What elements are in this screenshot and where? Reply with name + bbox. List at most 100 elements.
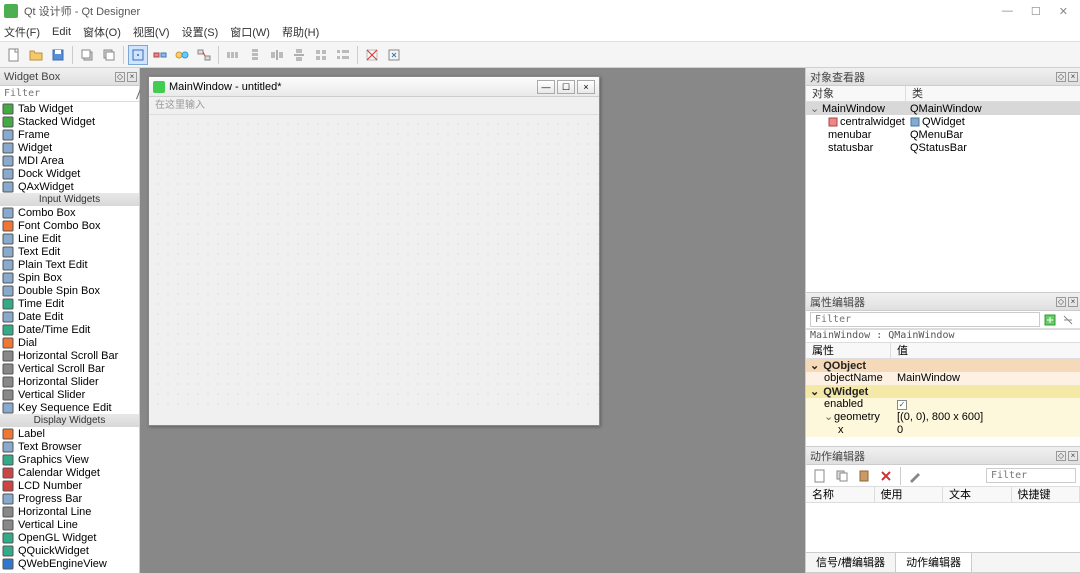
new-action-button[interactable]	[810, 466, 830, 486]
widget-item[interactable]: LCD Number	[0, 479, 139, 492]
widget-list[interactable]: Tab WidgetStacked WidgetFrameWidgetMDI A…	[0, 102, 139, 573]
menu-file[interactable]: 文件(F)	[4, 24, 40, 40]
object-row[interactable]: statusbarQStatusBar	[806, 141, 1080, 154]
bring-front-button[interactable]	[99, 45, 119, 65]
property-row[interactable]: enabled✓	[806, 398, 1080, 411]
panel-close-button[interactable]: ×	[127, 72, 137, 82]
form-maximize-button[interactable]: ☐	[557, 80, 575, 94]
tab-signals-slots[interactable]: 信号/槽编辑器	[806, 553, 896, 572]
window-maximize-button[interactable]: ☐	[1031, 5, 1041, 18]
object-row[interactable]: ⌄MainWindowQMainWindow	[806, 102, 1080, 115]
widget-item[interactable]: Dial	[0, 336, 139, 349]
widget-item[interactable]: Plain Text Edit	[0, 258, 139, 271]
widget-item[interactable]: Date Edit	[0, 310, 139, 323]
widget-item[interactable]: Dock Widget	[0, 167, 139, 180]
menu-settings[interactable]: 设置(S)	[182, 24, 219, 40]
widget-item[interactable]: Text Browser	[0, 440, 139, 453]
action-filter-input[interactable]	[986, 468, 1076, 483]
widget-item[interactable]: QQuickWidget	[0, 544, 139, 557]
layout-vertical-splitter-button[interactable]	[289, 45, 309, 65]
menu-help[interactable]: 帮助(H)	[282, 24, 319, 40]
object-row[interactable]: menubarQMenuBar	[806, 128, 1080, 141]
property-add-button[interactable]	[1042, 312, 1058, 328]
form-titlebar[interactable]: MainWindow - untitled* — ☐ ×	[149, 77, 599, 97]
open-file-button[interactable]	[26, 45, 46, 65]
object-row[interactable]: centralwidgetQWidget	[806, 115, 1080, 128]
widget-item[interactable]: Graphics View	[0, 453, 139, 466]
form-window[interactable]: MainWindow - untitled* — ☐ × 在这里输入	[148, 76, 600, 426]
widget-item[interactable]: Line Edit	[0, 232, 139, 245]
menu-view[interactable]: 视图(V)	[133, 24, 170, 40]
widget-group-header[interactable]: Display Widgets	[0, 414, 139, 427]
delete-action-button[interactable]	[876, 466, 896, 486]
widget-item[interactable]: Stacked Widget	[0, 115, 139, 128]
menu-form[interactable]: 窗体(O)	[83, 24, 121, 40]
panel-float-button[interactable]: ◇	[1056, 72, 1066, 82]
property-menu-button[interactable]	[1060, 312, 1076, 328]
break-layout-button[interactable]	[362, 45, 382, 65]
widget-item[interactable]: OpenGL Widget	[0, 531, 139, 544]
widget-item[interactable]: QAxWidget	[0, 180, 139, 193]
property-row[interactable]: ⌄geometry[(0, 0), 800 x 600]	[806, 411, 1080, 424]
save-button[interactable]	[48, 45, 68, 65]
layout-grid-button[interactable]	[311, 45, 331, 65]
widget-item[interactable]: Combo Box	[0, 206, 139, 219]
form-close-button[interactable]: ×	[577, 80, 595, 94]
widget-item[interactable]: Vertical Line	[0, 518, 139, 531]
widget-item[interactable]: Spin Box	[0, 271, 139, 284]
new-file-button[interactable]	[4, 45, 24, 65]
form-minimize-button[interactable]: —	[537, 80, 555, 94]
widget-item[interactable]: Progress Bar	[0, 492, 139, 505]
widget-item[interactable]: Horizontal Line	[0, 505, 139, 518]
adjust-size-button[interactable]	[384, 45, 404, 65]
layout-horizontal-splitter-button[interactable]	[267, 45, 287, 65]
panel-float-button[interactable]: ◇	[115, 72, 125, 82]
panel-float-button[interactable]: ◇	[1056, 451, 1066, 461]
layout-horizontal-button[interactable]	[223, 45, 243, 65]
property-group[interactable]: ⌄QWidget	[806, 385, 1080, 398]
widget-item[interactable]: Vertical Slider	[0, 388, 139, 401]
window-minimize-button[interactable]: —	[1002, 5, 1013, 18]
action-list[interactable]	[806, 503, 1080, 552]
layout-form-button[interactable]	[333, 45, 353, 65]
layout-vertical-button[interactable]	[245, 45, 265, 65]
widget-item[interactable]: Horizontal Slider	[0, 375, 139, 388]
widget-item[interactable]: Font Combo Box	[0, 219, 139, 232]
menu-window[interactable]: 窗口(W)	[230, 24, 270, 40]
send-back-button[interactable]	[77, 45, 97, 65]
widget-item[interactable]: QWebEngineView	[0, 557, 139, 570]
widget-item[interactable]: Widget	[0, 141, 139, 154]
edit-signals-button[interactable]	[150, 45, 170, 65]
tab-action-editor[interactable]: 动作编辑器	[896, 553, 972, 572]
configure-action-button[interactable]	[905, 466, 925, 486]
widget-item[interactable]: Text Edit	[0, 245, 139, 258]
property-filter-input[interactable]	[810, 312, 1040, 327]
widget-item[interactable]: Horizontal Scroll Bar	[0, 349, 139, 362]
copy-action-button[interactable]	[832, 466, 852, 486]
paste-action-button[interactable]	[854, 466, 874, 486]
widget-group-header[interactable]: Input Widgets	[0, 193, 139, 206]
window-close-button[interactable]: ✕	[1059, 5, 1068, 18]
edit-buddies-button[interactable]	[172, 45, 192, 65]
property-table[interactable]: ⌄QObjectobjectNameMainWindow⌄QWidgetenab…	[806, 359, 1080, 446]
panel-float-button[interactable]: ◇	[1056, 297, 1066, 307]
widget-item[interactable]: Vertical Scroll Bar	[0, 362, 139, 375]
widget-item[interactable]: Frame	[0, 128, 139, 141]
object-tree[interactable]: ⌄MainWindowQMainWindowcentralwidgetQWidg…	[806, 102, 1080, 292]
widget-item[interactable]: Time Edit	[0, 297, 139, 310]
panel-close-button[interactable]: ×	[1068, 451, 1078, 461]
widget-item[interactable]: Double Spin Box	[0, 284, 139, 297]
panel-close-button[interactable]: ×	[1068, 297, 1078, 307]
widget-item[interactable]: MDI Area	[0, 154, 139, 167]
panel-close-button[interactable]: ×	[1068, 72, 1078, 82]
menu-edit[interactable]: Edit	[52, 26, 71, 38]
widget-item[interactable]: Calendar Widget	[0, 466, 139, 479]
form-menubar-hint[interactable]: 在这里输入	[149, 97, 599, 115]
widget-item[interactable]: Label	[0, 427, 139, 440]
widget-filter-input[interactable]	[0, 88, 136, 99]
property-group[interactable]: ⌄QObject	[806, 359, 1080, 372]
edit-widgets-button[interactable]	[128, 45, 148, 65]
property-row[interactable]: x0	[806, 424, 1080, 437]
property-row[interactable]: objectNameMainWindow	[806, 372, 1080, 385]
widget-item[interactable]: Key Sequence Edit	[0, 401, 139, 414]
